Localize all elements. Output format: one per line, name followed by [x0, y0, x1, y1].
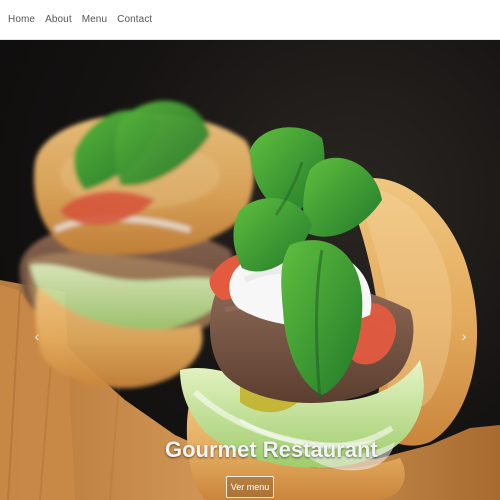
hero-carousel: ‹ › Gourmet Restaurant Ver menu — [0, 40, 500, 500]
hero-burger-image — [0, 100, 500, 500]
hero-title: Gourmet Restaurant — [165, 437, 378, 462]
nav-home-link[interactable]: Home — [8, 14, 35, 25]
top-navbar: Home About Menu Contact — [0, 0, 500, 40]
nav-about-link[interactable]: About — [45, 14, 72, 25]
chevron-left-icon[interactable]: ‹ — [30, 326, 44, 346]
chevron-right-icon[interactable]: › — [457, 326, 471, 346]
nav-menu-link[interactable]: Menu — [82, 14, 107, 25]
view-menu-button[interactable]: Ver menu — [226, 476, 274, 498]
nav-contact-link[interactable]: Contact — [117, 14, 152, 25]
